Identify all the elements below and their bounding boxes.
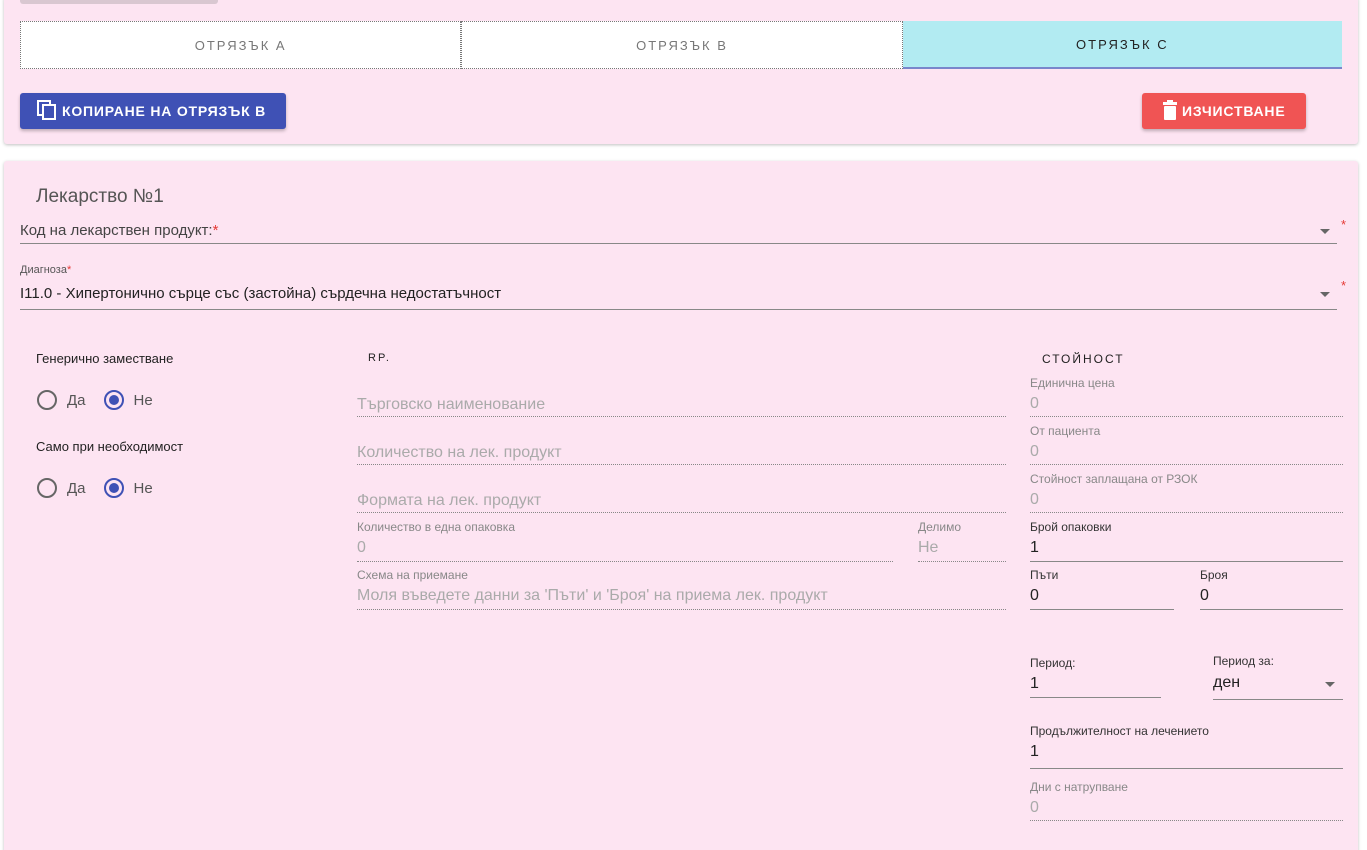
only-if-needed-label: Само при необходимост [36, 439, 184, 454]
qty-per-pack-input[interactable]: 0 [357, 534, 893, 562]
medicine-title: Лекарство №1 [36, 186, 164, 207]
treatment-duration-input[interactable]: 1 [1030, 738, 1343, 769]
count-label: Броя [1200, 568, 1228, 582]
medicine-card: Лекарство №1 Код на лекарствен продукт:*… [4, 161, 1358, 850]
required-mark: * [212, 222, 219, 239]
form-placeholder: Формата на лек. продукт [357, 492, 542, 509]
treatment-duration-value: 1 [1030, 743, 1039, 760]
tab-segment-b[interactable]: ОТРЯЗЪК В [461, 21, 903, 69]
diagnosis-select[interactable]: I11.0 - Хипертонично сърце със (застойна… [20, 279, 1337, 310]
dosage-scheme-value: Моля въведете данни за 'Пъти' и 'Броя' н… [357, 587, 828, 604]
chevron-down-icon [1320, 292, 1330, 297]
unit-price-field: 0 [1030, 390, 1343, 417]
tab-segment-a[interactable]: ОТРЯЗЪК А [20, 21, 462, 69]
segment-tabs: ОТРЯЗЪК А ОТРЯЗЪК В ОТРЯЗЪК С [20, 21, 1342, 69]
period-value: 1 [1030, 675, 1039, 692]
only-if-needed-yes-radio[interactable] [37, 478, 57, 498]
rzok-paid-label: Стойност заплащана от РЗОК [1030, 472, 1198, 486]
generic-no-radio[interactable] [103, 390, 124, 410]
only-if-needed-yes-label: Да [67, 479, 86, 497]
period-label: Период: [1030, 656, 1076, 670]
required-mark: * [66, 264, 72, 276]
only-if-needed-no-radio[interactable] [103, 478, 124, 498]
accumulation-days-label: Дни с натрупване [1030, 780, 1128, 794]
accumulation-days-field: 0 [1030, 794, 1343, 821]
trash-icon [1162, 99, 1178, 123]
quantity-input[interactable]: Количество на лек. продукт [357, 437, 1006, 465]
generic-substitution-radio-group: Да Не [37, 390, 153, 410]
unit-price-value: 0 [1030, 395, 1039, 412]
rzok-paid-field: 0 [1030, 486, 1343, 513]
only-if-needed-no-label: Не [133, 479, 153, 497]
copy-icon [36, 99, 58, 124]
copy-segment-b-button[interactable]: КОПИРАНЕ НА ОТРЯЗЪК В [20, 93, 286, 129]
period-for-value: ден [1213, 674, 1241, 691]
trade-name-input[interactable]: Търговско наименование [357, 389, 1006, 417]
diagnosis-required-mark: * [1341, 278, 1347, 293]
qty-per-pack-value: 0 [357, 539, 366, 556]
clear-button-label: ИЗЧИСТВАНЕ [1182, 103, 1286, 119]
diagnosis-value: I11.0 - Хипертонично сърце със (застойна… [20, 285, 502, 302]
clear-button[interactable]: ИЗЧИСТВАНЕ [1142, 93, 1306, 129]
generic-yes-radio[interactable] [37, 390, 57, 410]
divisible-value: Не [918, 539, 939, 556]
rp-heading: RP. [368, 352, 391, 364]
count-input[interactable]: 0 [1200, 582, 1343, 610]
generic-yes-label: Да [67, 391, 86, 409]
treatment-duration-label: Продължителност на лечението [1030, 724, 1209, 738]
tab-segment-c[interactable]: ОТРЯЗЪК С [902, 21, 1342, 69]
chevron-down-icon [1325, 682, 1335, 687]
diagnosis-label-wrap: Диагноза* [20, 264, 71, 276]
count-value: 0 [1200, 587, 1209, 604]
trade-name-placeholder: Търговско наименование [357, 396, 546, 413]
unit-price-label: Единична цена [1030, 376, 1115, 390]
product-code-required-mark: * [1341, 217, 1347, 232]
divisible-field: Не [918, 534, 1006, 562]
times-input[interactable]: 0 [1030, 582, 1174, 610]
top-edge-tab [20, 0, 218, 4]
from-patient-label: От пациента [1030, 424, 1101, 438]
dosage-scheme-field: Моля въведете данни за 'Пъти' и 'Броя' н… [357, 582, 1006, 610]
packages-input[interactable]: 1 [1030, 534, 1343, 562]
generic-substitution-label: Генерично заместване [36, 351, 174, 366]
cost-heading: СТОЙНОСТ [1042, 352, 1125, 366]
chevron-down-icon [1320, 229, 1330, 234]
quantity-placeholder: Количество на лек. продукт [357, 444, 562, 461]
copy-button-label: КОПИРАНЕ НА ОТРЯЗЪК В [62, 103, 267, 119]
period-for-label: Период за: [1213, 654, 1274, 668]
generic-no-label: Не [133, 391, 153, 409]
times-value: 0 [1030, 587, 1039, 604]
segment-card: ОТРЯЗЪК А ОТРЯЗЪК В ОТРЯЗЪК С КОПИРАНЕ Н… [4, 0, 1358, 144]
form-input[interactable]: Формата на лек. продукт [357, 485, 1006, 513]
qty-per-pack-label: Количество в една опаковка [357, 520, 515, 534]
diagnosis-label: Диагноза [20, 264, 67, 276]
period-input[interactable]: 1 [1030, 670, 1161, 698]
period-for-select[interactable]: ден [1213, 669, 1343, 700]
accumulation-days-value: 0 [1030, 799, 1039, 816]
packages-label: Брой опаковки [1030, 520, 1112, 534]
packages-value: 1 [1030, 539, 1039, 556]
times-label: Пъти [1030, 568, 1059, 582]
only-if-needed-radio-group: Да Не [37, 478, 153, 498]
divisible-label: Делимо [918, 520, 962, 534]
from-patient-value: 0 [1030, 443, 1039, 460]
from-patient-field: 0 [1030, 438, 1343, 465]
product-code-label: Код на лекарствен продукт: [20, 222, 213, 239]
rzok-paid-value: 0 [1030, 491, 1039, 508]
product-code-select[interactable]: Код на лекарствен продукт:* [20, 213, 1337, 244]
dosage-scheme-label: Схема на приемане [357, 568, 468, 582]
